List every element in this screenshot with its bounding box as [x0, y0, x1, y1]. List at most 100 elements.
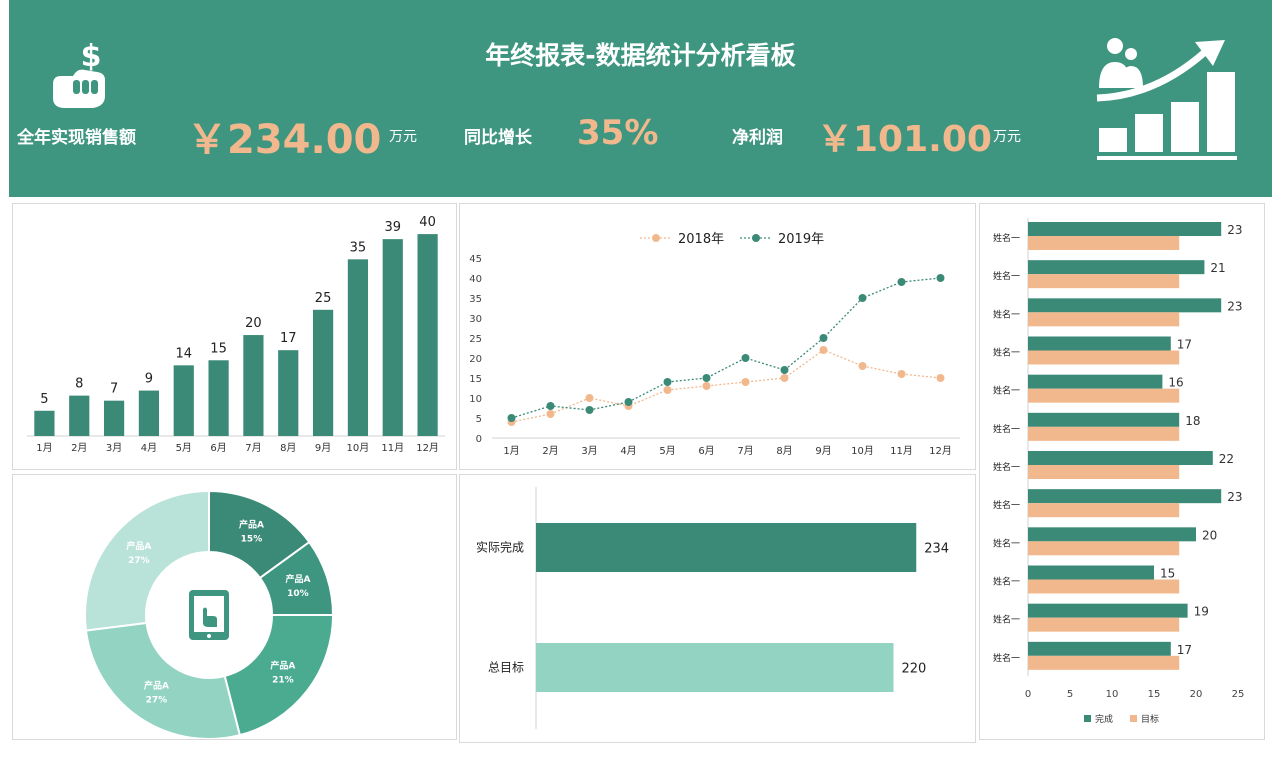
x-tick-label: 20	[1190, 689, 1203, 700]
tick-label: 7月	[245, 442, 261, 454]
yearly-line-panel: 0 5 10 15 20 25 30 35 40 45 1月 2月 3月 4月 5月 6月 7月 8月 9月 10月 1…	[459, 203, 976, 470]
target-bar-chart: 234 实际完成 220 总目标	[476, 487, 949, 729]
category-label: 姓名一	[993, 308, 1020, 320]
tablet-button	[207, 634, 211, 638]
x-tick-label: 12月	[929, 445, 952, 457]
slice-label: 产品A	[285, 573, 310, 585]
y-tick-label: 45	[469, 254, 482, 265]
bar-target	[1028, 274, 1180, 289]
tick-label: 5月	[176, 442, 192, 454]
bar	[347, 259, 369, 436]
tick-label: 10月	[347, 442, 370, 454]
kpi-sales-value: ￥234.00	[187, 117, 382, 163]
bar	[69, 395, 90, 436]
bar-actual	[1028, 298, 1222, 313]
bar	[417, 234, 438, 436]
tablet-hand-icon	[189, 590, 229, 640]
data-label: 19	[1194, 605, 1209, 619]
tick-label: 6月	[210, 442, 226, 454]
data-point	[858, 294, 867, 302]
x-tick-label: 15	[1148, 689, 1161, 700]
legend-label: 2019年	[778, 232, 824, 247]
slice-percent: 27%	[146, 695, 168, 705]
monthly-bar-chart: 5 1月 8 2月 7 3月 9 4月 14 5月 15 6月 20 7月 17 8月 25 9月 35 10月 39 1…	[27, 215, 445, 454]
data-point	[702, 374, 711, 382]
bar-target	[1028, 655, 1180, 670]
bar-actual	[1028, 374, 1163, 389]
legend-swatch	[1130, 715, 1137, 722]
category-label: 姓名一	[993, 537, 1020, 549]
data-label: 8	[75, 377, 83, 392]
category-label: 姓名一	[993, 499, 1020, 511]
y-tick-label: 10	[469, 394, 482, 405]
x-tick-label: 11月	[890, 445, 913, 457]
data-label: 7	[110, 382, 118, 397]
tick-label: 11月	[381, 442, 404, 454]
y-tick-label: 15	[469, 374, 482, 385]
yearly-line-chart: 0 5 10 15 20 25 30 35 40 45 1月 2月 3月 4月 5月 6月 7月 8月 9月 10月 1…	[469, 232, 960, 457]
x-tick-label: 25	[1232, 689, 1245, 700]
data-point	[585, 394, 594, 402]
data-point	[663, 386, 672, 394]
money-hand-icon: $	[53, 39, 105, 108]
x-tick-label: 8月	[776, 445, 792, 457]
bar-target	[1028, 541, 1180, 556]
data-label: 5	[40, 392, 48, 407]
data-label: 220	[902, 662, 927, 677]
data-point	[858, 362, 867, 370]
data-point	[546, 402, 555, 410]
data-label: 20	[245, 316, 262, 331]
data-label: 14	[175, 346, 192, 361]
y-tick-label: 35	[469, 294, 482, 305]
product-donut-panel: 产品A 15% 产品A 10% 产品A 21% 产品A 27% 产品A 27%	[12, 474, 457, 740]
tick-label: 12月	[416, 442, 439, 454]
bar	[208, 360, 229, 436]
bar-target	[1028, 426, 1180, 441]
bar-actual	[1028, 565, 1154, 580]
data-point	[897, 278, 906, 286]
data-label: 40	[419, 215, 436, 230]
bar	[103, 400, 125, 436]
data-label: 22	[1219, 452, 1234, 466]
product-donut-chart: 产品A 15% 产品A 10% 产品A 21% 产品A 27% 产品A 27%	[84, 489, 335, 740]
category-label: 姓名一	[993, 461, 1020, 473]
bar-actual	[1028, 336, 1171, 351]
bar	[138, 390, 160, 436]
bar-actual	[1028, 260, 1205, 275]
slice-percent: 21%	[272, 675, 294, 685]
bar	[536, 643, 894, 692]
y-tick-label: 25	[469, 334, 482, 345]
data-label: 25	[315, 291, 332, 306]
bar-target	[1028, 579, 1180, 594]
legend-label: 完成	[1095, 713, 1113, 725]
x-tick-label: 9月	[815, 445, 831, 457]
data-label: 23	[1227, 223, 1242, 237]
bar	[173, 365, 194, 436]
tick-label: 9月	[315, 442, 331, 454]
y-tick-label: 30	[469, 314, 482, 325]
series-line	[511, 277, 941, 419]
kpi-sales-label: 全年实现销售额	[17, 128, 136, 148]
series-line	[511, 349, 941, 423]
data-label: 15	[210, 341, 227, 356]
bar	[34, 410, 55, 436]
data-point	[819, 346, 828, 354]
slice-percent: 15%	[241, 535, 263, 545]
bar-actual	[1028, 222, 1222, 236]
data-point	[741, 378, 750, 386]
data-point	[780, 374, 789, 382]
x-tick-label: 10	[1106, 689, 1119, 700]
data-label: 35	[350, 240, 367, 255]
data-label: 17	[1177, 643, 1192, 657]
legend-marker	[652, 234, 660, 242]
category-label: 姓名一	[993, 270, 1020, 282]
monthly-bar-panel: 5 1月 8 2月 7 3月 9 4月 14 5月 15 6月 20 7月 17 8月 25 9月 35 10月 39 1…	[12, 203, 457, 470]
bar-target	[1028, 350, 1180, 365]
kpi-profit-unit: 万元	[993, 129, 1021, 145]
bar-target	[1028, 312, 1180, 327]
bar-target	[1028, 503, 1180, 518]
data-point	[780, 366, 789, 374]
category-label: 姓名一	[993, 614, 1020, 626]
legend-marker	[752, 234, 760, 242]
slice-percent: 27%	[128, 556, 150, 566]
